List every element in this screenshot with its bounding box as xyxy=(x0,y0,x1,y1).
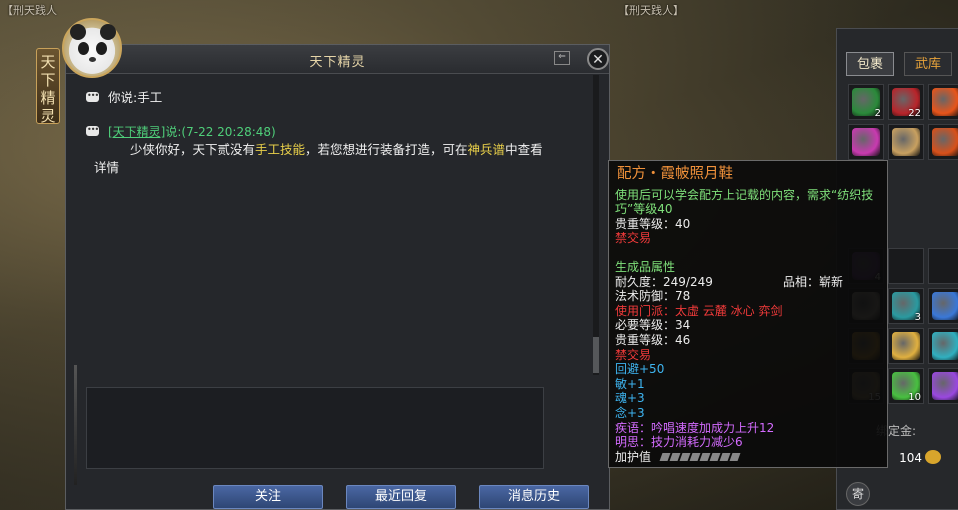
fire-icon xyxy=(932,88,958,116)
panda-ear xyxy=(100,24,116,40)
item-tooltip: 配方・霞帔照月鞋 使用后可以学会配方上记载的内容，需求“纺织技巧”等级40 贵重… xyxy=(608,160,888,468)
stat-agility: 敏+1 xyxy=(615,376,645,391)
tooltip-title: 配方・霞帔照月鞋 xyxy=(617,166,733,182)
tab-armory[interactable]: 武库 xyxy=(904,52,952,76)
keyword-link-handicraft[interactable]: 手工技能 xyxy=(255,142,305,157)
stack-count: 10 xyxy=(908,392,921,403)
inventory-slot[interactable] xyxy=(888,328,924,364)
tooltip-desc: 使用后可以学会配方上记载的内容，需求“纺织技巧”等级40 xyxy=(615,187,874,217)
recent-reply-button[interactable]: 最近回复 xyxy=(346,485,456,509)
close-button[interactable]: ✕ xyxy=(587,48,609,70)
inventory-slot[interactable]: 10 xyxy=(888,368,924,404)
cyan-ring-icon xyxy=(932,332,958,360)
panda-eye xyxy=(78,42,89,55)
flame-ring-icon xyxy=(932,128,958,156)
magic-defense: 法术防御：78 xyxy=(615,289,691,304)
stack-count: 22 xyxy=(908,108,921,119)
collapse-button[interactable]: ⇐ xyxy=(554,51,570,65)
product-no-trade: 禁交易 xyxy=(615,347,652,362)
inventory-slot[interactable]: 2 xyxy=(848,84,884,120)
window-title: 天下精灵 xyxy=(309,55,366,70)
follow-button[interactable]: 关注 xyxy=(213,485,323,509)
tab-bag[interactable]: 包裹 xyxy=(846,52,894,76)
inventory-slot[interactable] xyxy=(928,124,958,160)
inventory-slot[interactable] xyxy=(928,84,958,120)
gold-cloth-icon xyxy=(892,332,920,360)
protection-label: 加护值 xyxy=(615,449,652,464)
panda-eye xyxy=(96,42,107,55)
user-message: 你说:手工 xyxy=(86,87,586,107)
inventory-slot[interactable] xyxy=(928,288,958,324)
protection-pips xyxy=(659,452,741,461)
inventory-slot[interactable] xyxy=(888,248,924,284)
required-level: 必要等级：34 xyxy=(615,318,691,333)
skill-bonus-1: 疾语：吟唱速度加成力上升12 xyxy=(615,420,775,435)
scrollbar-track[interactable] xyxy=(593,75,599,375)
inventory-slot[interactable] xyxy=(928,368,958,404)
durability: 耐久度：249/249 xyxy=(615,274,713,289)
title-bar[interactable]: 天下精灵 ⇐ xyxy=(66,45,609,74)
body-text: 中查看 xyxy=(505,142,543,157)
mail-send-button[interactable]: 寄 xyxy=(846,482,870,506)
gold-ingot-icon xyxy=(925,450,941,464)
body-text: 详情 xyxy=(94,160,120,175)
stat-evasion: 回避+50 xyxy=(615,362,665,377)
inventory-slot[interactable]: 22 xyxy=(888,84,924,120)
brush-decoration xyxy=(74,365,77,485)
chat-bubble-icon xyxy=(86,87,99,105)
chat-bubble-icon xyxy=(86,121,99,139)
product-header: 生成品属性 xyxy=(615,259,676,274)
scrollbar-thumb[interactable] xyxy=(593,337,599,373)
skill-bonus-2: 明思：技力消耗力减少6 xyxy=(615,435,743,450)
message-body: 少侠你好，天下贰没有手工技能，若您想进行装备打造，可在神兵谱中查看 xyxy=(108,141,586,159)
sect-requirement: 使用门派：太虚 云麓 冰心 弈剑 xyxy=(615,303,783,318)
stat-mind: 念+3 xyxy=(615,405,645,420)
body-text: 少侠你好，天下贰没有 xyxy=(130,142,256,157)
inventory-slot[interactable] xyxy=(928,248,958,284)
system-message: [天下精灵]说:(7-22 20:28:48) 少侠你好，天下贰没有手工技能，若… xyxy=(86,121,586,177)
stat-soul: 魂+3 xyxy=(615,391,645,406)
keyword-link-shenbingpu[interactable]: 神兵谱 xyxy=(468,142,506,157)
message-input[interactable] xyxy=(86,387,544,469)
quality: 品相：崭新 xyxy=(782,274,843,289)
panda-ear xyxy=(70,24,86,40)
pink-star-icon xyxy=(852,128,880,156)
blue-crystal-icon xyxy=(932,292,958,320)
inventory-slot[interactable] xyxy=(848,124,884,160)
product-rarity: 贵重等级：46 xyxy=(615,332,691,347)
stack-count: 3 xyxy=(914,312,921,323)
sender-link[interactable]: [天下精灵] xyxy=(108,125,165,139)
tooltip-rarity: 贵重等级：40 xyxy=(615,216,691,231)
side-tab-tianxia-jingling[interactable]: 天下精灵 xyxy=(36,48,60,125)
npc-name-label: 【刑天践人】 xyxy=(618,4,684,17)
protection-row: 加护值 xyxy=(615,450,881,465)
body-text: ，若您想进行装备打造，可在 xyxy=(305,142,468,157)
chat-window: 天下精灵 ⇐ 你说:手工 [天下精灵]说:(7-22 20:28:48) 少侠你… xyxy=(65,44,610,510)
panda-nose xyxy=(89,57,96,62)
violet-swirl-icon xyxy=(932,372,958,400)
inventory-slot[interactable]: 3 xyxy=(888,288,924,324)
panda-avatar xyxy=(62,18,122,78)
npc-name-label: 【刑天践人 xyxy=(2,4,57,17)
stack-count: 2 xyxy=(874,108,881,119)
user-message-text: 你说:手工 xyxy=(108,90,163,105)
inventory-slot[interactable] xyxy=(928,328,958,364)
message-history-button[interactable]: 消息历史 xyxy=(479,485,589,509)
message-list: 你说:手工 [天下精灵]说:(7-22 20:28:48) 少侠你好，天下贰没有… xyxy=(86,87,586,187)
tooltip-no-trade: 禁交易 xyxy=(615,231,652,246)
message-header: 说:(7-22 20:28:48) xyxy=(165,125,276,139)
recipe-scroll-icon xyxy=(892,128,920,156)
inventory-slot[interactable] xyxy=(888,124,924,160)
